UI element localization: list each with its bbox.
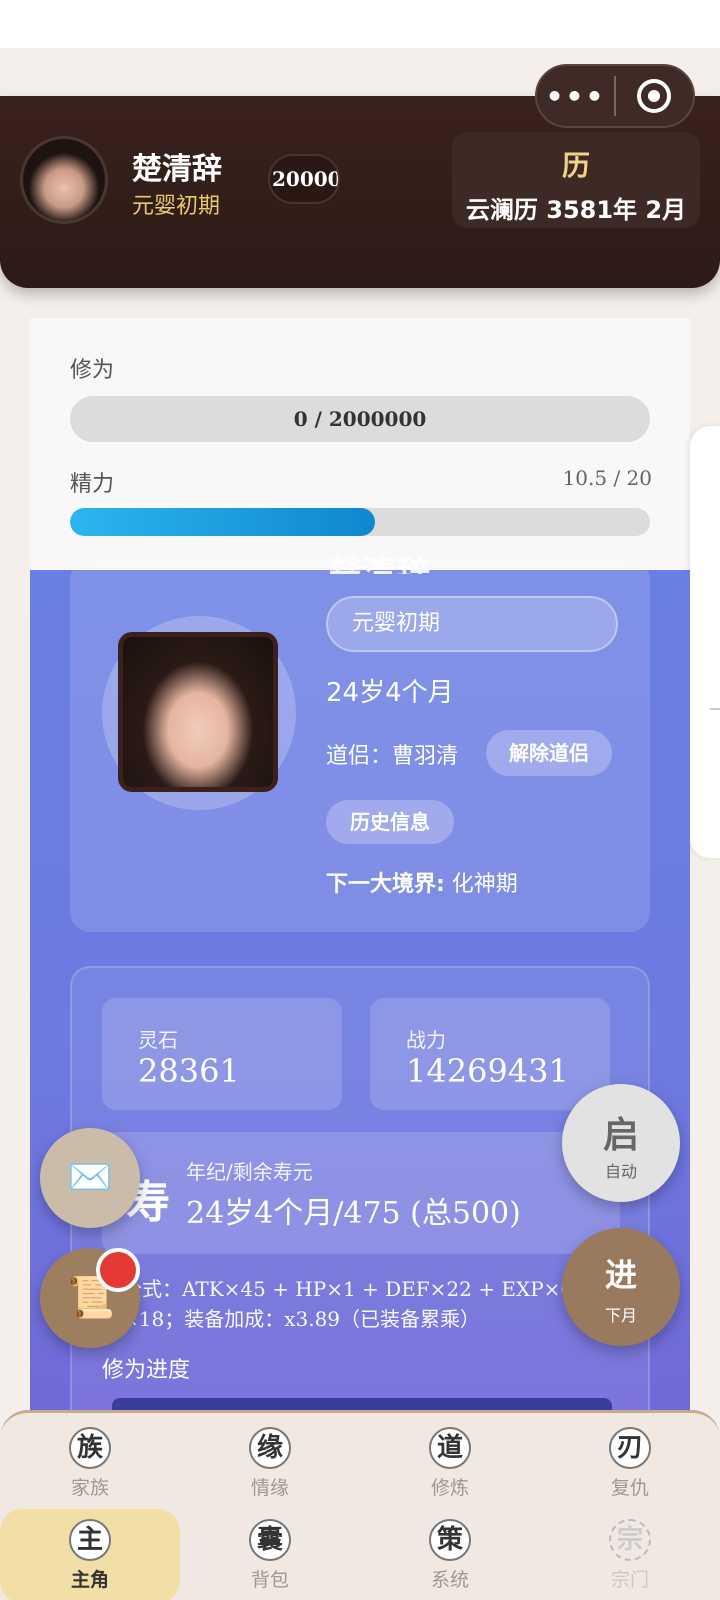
side-drawer-handle[interactable] — [690, 426, 720, 858]
close-target-icon[interactable] — [616, 79, 693, 113]
jingli-label: 精力 — [70, 472, 115, 497]
nav-label: 家族 — [70, 1477, 109, 1499]
system-icon: 策 — [429, 1519, 471, 1561]
nav-item-bag[interactable]: 囊 背包 — [180, 1519, 360, 1592]
bottom-nav: 族 家族 缘 情缘 道 修炼 刃 复仇 主 主角 囊 背包 策 系统 宗 宗门 — [0, 1410, 720, 1600]
nav-item-cultivate[interactable]: 道 修炼 — [360, 1427, 540, 1500]
romance-icon: 缘 — [249, 1427, 291, 1469]
player-avatar[interactable] — [20, 136, 108, 224]
auto-label: 自动 — [604, 1162, 637, 1181]
status-bar — [0, 0, 720, 48]
zhanli-label: 战力 — [406, 1028, 446, 1052]
partner-label: 道侣：曹羽清 — [326, 744, 459, 769]
revenge-icon: 刃 — [609, 1427, 651, 1469]
xiuwei-value: 0 / 2000000 — [293, 407, 427, 431]
nav-label: 系统 — [430, 1569, 469, 1591]
character-portrait[interactable] — [118, 632, 278, 792]
nav-item-family[interactable]: 族 家族 — [0, 1427, 180, 1500]
next-realm-label: 下一大境界: — [326, 872, 445, 897]
protagonist-icon: 主 — [69, 1519, 111, 1561]
next-month-button[interactable]: 进 下月 — [562, 1228, 680, 1346]
nav-label: 宗门 — [610, 1569, 649, 1591]
xiuwei-bar: 0 / 2000000 — [70, 396, 650, 442]
jingli-bar — [70, 508, 650, 536]
cultivate-icon: 道 — [429, 1427, 471, 1469]
player-name: 楚清辞 — [132, 152, 222, 187]
sect-icon: 宗 — [609, 1519, 651, 1561]
auto-button[interactable]: 启 自动 — [562, 1084, 680, 1202]
player-realm: 元婴初期 — [132, 194, 221, 219]
history-info-button[interactable]: 历史信息 — [326, 800, 454, 844]
stats-card: 灵石 28361 战力 14269431 寿 年纪/剩余寿元 24岁4个月/47… — [70, 966, 650, 1466]
jingli-value: 10.5 / 20 — [562, 466, 652, 490]
bag-icon: 囊 — [249, 1519, 291, 1561]
lingshi-box: 灵石 28361 — [102, 998, 342, 1110]
mail-button[interactable]: ✉️ — [40, 1128, 140, 1228]
zhanli-value: 14269431 — [406, 1052, 569, 1090]
zhanli-box: 战力 14269431 — [370, 998, 610, 1110]
power-formula: 力公式：ATK×45 + HP×1 + DEF×22 + EXP×0 质×18；… — [102, 1274, 622, 1334]
nav-label: 主角 — [70, 1569, 109, 1591]
lingshi-label: 灵石 — [138, 1028, 178, 1052]
progress-panel: 修为 0 / 2000000 精力 10.5 / 20 — [30, 318, 690, 570]
nav-item-revenge[interactable]: 刃 复仇 — [540, 1427, 720, 1500]
mail-icon: ✉️ — [67, 1157, 113, 1198]
lifespan-value: 24岁4个月/475 (总500) — [186, 1196, 521, 1231]
formula-line-1: 力公式：ATK×45 + HP×1 + DEF×22 + EXP×0 — [102, 1277, 574, 1301]
calendar-date: 云澜历 3581年 2月 — [465, 196, 687, 224]
nav-item-sect[interactable]: 宗 宗门 — [540, 1519, 720, 1592]
xiuwei-label: 修为 — [70, 358, 115, 383]
lingshi-value: 28361 — [138, 1052, 240, 1090]
calendar-icon: 历 — [561, 149, 590, 182]
lifespan-label: 年纪/剩余寿元 — [186, 1160, 313, 1184]
next-realm: 下一大境界: 化神期 — [326, 866, 518, 898]
cultivation-progress-label: 修为进度 — [102, 1358, 191, 1383]
coin-balance: 2000000 — [268, 154, 340, 204]
nav-item-romance[interactable]: 缘 情缘 — [180, 1427, 360, 1500]
realm-pill: 元婴初期 — [326, 596, 618, 652]
next-realm-value: 化神期 — [444, 872, 518, 897]
nav-item-protagonist[interactable]: 主 主角 — [0, 1509, 180, 1600]
formula-line-2: 质×18；装备加成：x3.89（已装备累乘） — [102, 1307, 481, 1331]
character-name: 楚清辞 — [328, 554, 430, 574]
dissolve-partner-button[interactable]: 解除道侣 — [486, 730, 612, 776]
next-label: 下月 — [604, 1306, 637, 1325]
nav-item-system[interactable]: 策 系统 — [360, 1519, 540, 1592]
family-icon: 族 — [69, 1427, 111, 1469]
nav-label: 修炼 — [430, 1477, 469, 1499]
lifespan-box: 寿 年纪/剩余寿元 24岁4个月/475 (总500) — [102, 1132, 620, 1254]
nav-label: 背包 — [250, 1569, 289, 1591]
jingli-bar-fill — [70, 508, 375, 536]
profile-card: 楚清辞 元婴初期 24岁4个月 道侣：曹羽清 解除道侣 历史信息 下一大境界: … — [70, 554, 650, 932]
notification-dot — [96, 1248, 140, 1292]
nav-label: 情缘 — [250, 1477, 289, 1499]
next-glyph: 进 — [604, 1256, 637, 1294]
auto-glyph: 启 — [602, 1114, 639, 1156]
miniprogram-capsule: ••• — [535, 64, 695, 128]
age-text: 24岁4个月 — [326, 678, 454, 708]
nav-label: 复仇 — [610, 1477, 649, 1499]
more-icon[interactable]: ••• — [537, 80, 614, 113]
calendar-panel[interactable]: 历 云澜历 3581年 2月 — [452, 132, 700, 228]
